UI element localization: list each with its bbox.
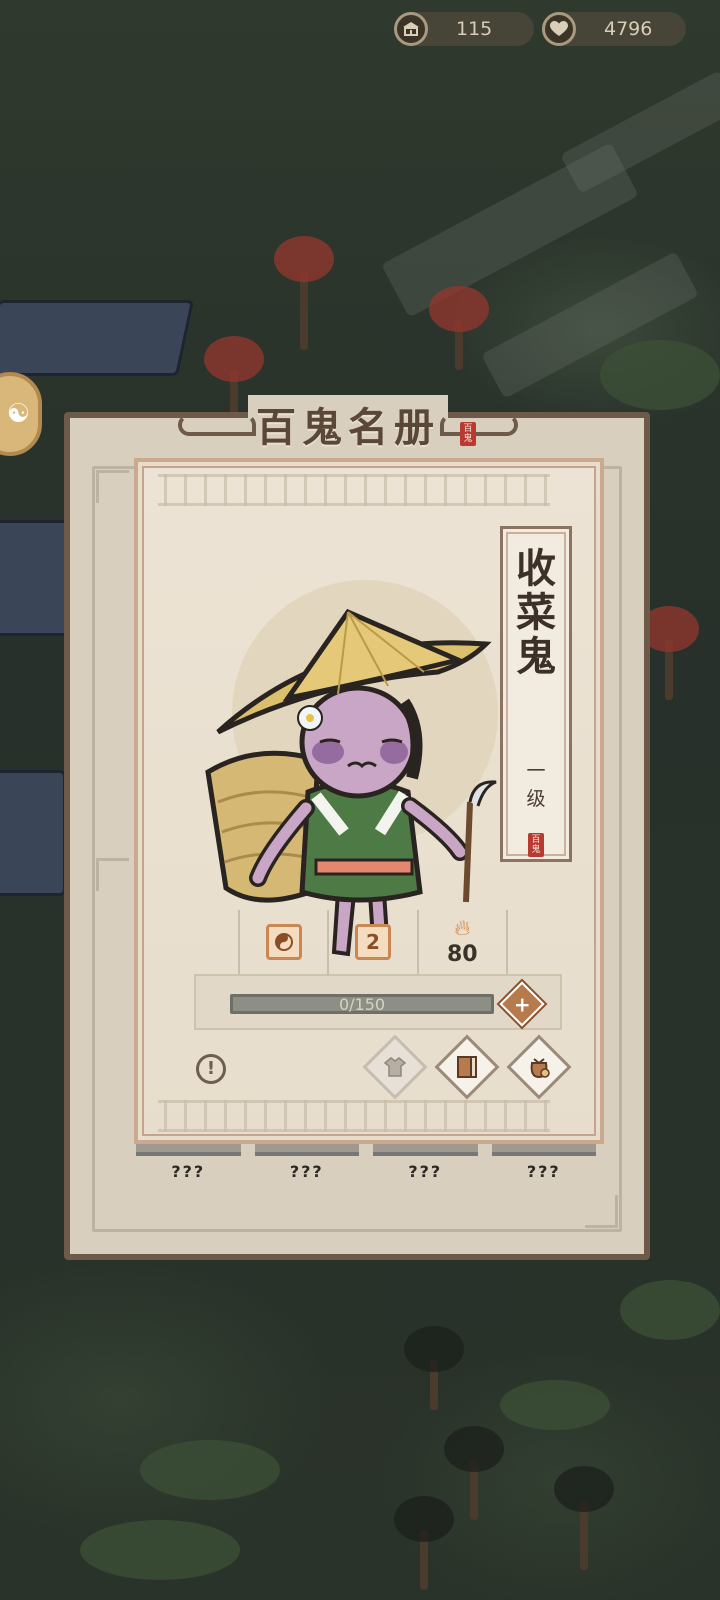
building-count-display[interactable]: 115 — [394, 12, 534, 46]
tree — [444, 1426, 504, 1520]
book-icon — [456, 1055, 478, 1079]
building-roof — [0, 770, 66, 896]
ghost-level: 一级 — [526, 760, 546, 810]
cloud-ornament — [440, 414, 518, 436]
heart-count: 4796 — [604, 18, 653, 40]
tree — [554, 1466, 614, 1570]
rank-badge-icon: 2 — [354, 924, 391, 960]
dialog-title-banner: 百鬼名册 百鬼 — [178, 388, 518, 460]
side-menu-icon: ☯ — [6, 399, 30, 429]
heart-icon — [542, 12, 576, 46]
experience-bar: 0/150 — [230, 994, 494, 1014]
bush — [600, 340, 720, 410]
tree — [394, 1496, 454, 1590]
building-roof — [0, 300, 195, 376]
tree — [404, 1326, 464, 1410]
fire-icon: 🔥︎ — [454, 915, 471, 941]
frame-ornament — [96, 470, 129, 503]
ghost-stats-row: 2 🔥︎ 80 — [238, 910, 508, 974]
border-pattern — [158, 474, 550, 506]
title-seal: 百鬼 — [460, 422, 476, 446]
bush — [140, 1440, 280, 1500]
tree — [274, 236, 334, 350]
ghost-name-plaque: 收菜鬼 一级 百鬼 — [500, 526, 572, 862]
tree — [429, 286, 489, 370]
plaque-seal: 百鬼 — [528, 833, 544, 857]
power-value: 80 — [447, 941, 478, 967]
border-pattern — [158, 1100, 550, 1132]
hidden-ghost-slots: ??? ??? ??? ??? — [136, 1138, 596, 1218]
outfit-button[interactable] — [362, 1034, 428, 1100]
yin-yang-badge-icon — [265, 924, 302, 960]
bush — [80, 1520, 240, 1580]
treasure-bag-button[interactable] — [506, 1034, 572, 1100]
temple-icon — [394, 12, 428, 46]
stat-type[interactable] — [238, 910, 327, 974]
stone-path — [560, 70, 720, 194]
ghost-card: 收菜鬼 一级 百鬼 2 🔥︎ 80 0/150 + ! — [134, 458, 604, 1144]
experience-text: 0/150 — [338, 995, 386, 1014]
plus-icon: + — [513, 991, 531, 1016]
lore-book-button[interactable] — [434, 1034, 500, 1100]
cloud-ornament — [178, 414, 256, 436]
frame-ornament — [96, 858, 129, 891]
tree — [639, 606, 699, 700]
info-button[interactable]: ! — [196, 1054, 226, 1084]
stat-rank[interactable]: 2 — [327, 910, 416, 974]
ghost-name: 收菜鬼 — [516, 545, 556, 680]
clothing-icon — [383, 1055, 407, 1079]
stat-power[interactable]: 🔥︎ 80 — [416, 910, 508, 974]
dialog-title: 百鬼名册 — [248, 395, 448, 453]
bush — [620, 1280, 720, 1340]
rank-value: 2 — [366, 930, 380, 954]
bush — [500, 1380, 610, 1430]
add-experience-button[interactable]: + — [499, 981, 545, 1027]
experience-panel: 0/150 + — [194, 974, 562, 1030]
heart-count-display[interactable]: 4796 — [542, 12, 686, 46]
treasure-bag-icon — [526, 1055, 552, 1079]
building-count: 115 — [456, 18, 493, 40]
